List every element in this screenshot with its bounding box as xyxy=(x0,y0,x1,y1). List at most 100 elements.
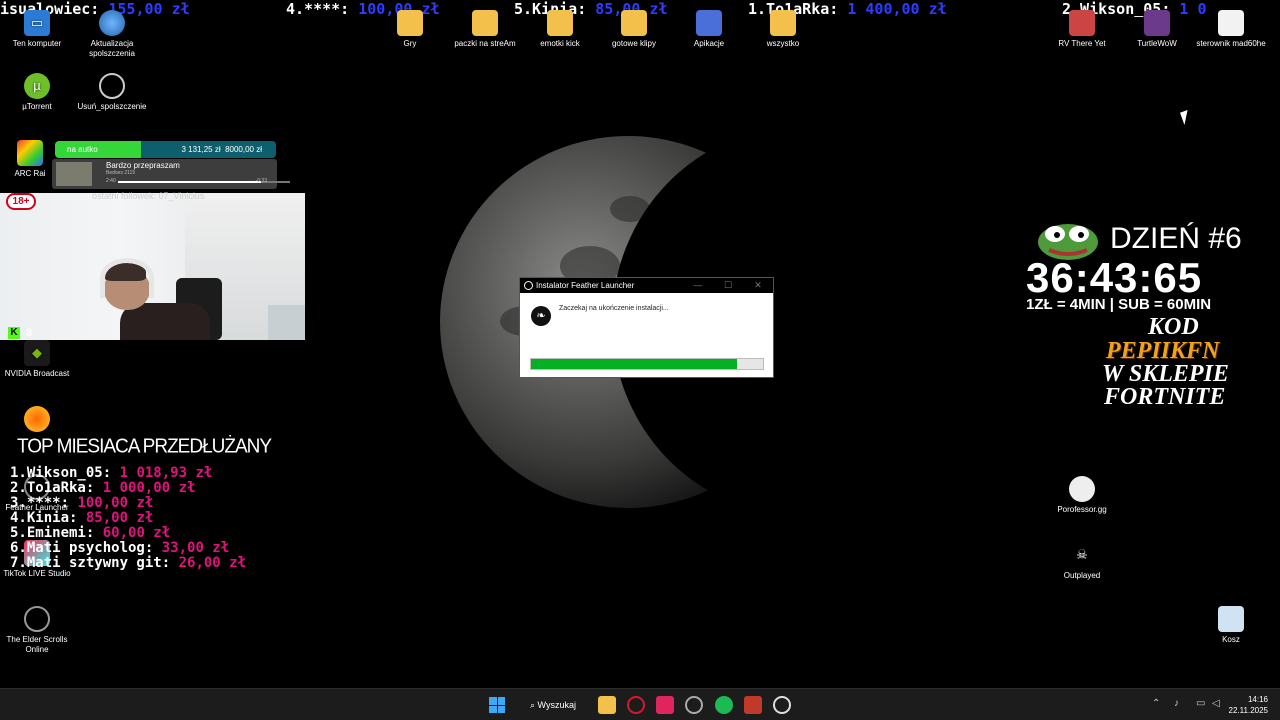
icon-label: µTorrent xyxy=(22,102,52,111)
app-icon[interactable] xyxy=(656,696,674,714)
install-status-message: Zaczekaj na ukończenie instalacji... xyxy=(559,305,669,312)
top-month-title: TOP MIESIACA PRZEDŁUŻANY xyxy=(17,435,272,458)
top-month-row: 1.Wikson_05: 1 018,93 zł xyxy=(10,466,246,481)
dialog-title: Instalator Feather Launcher xyxy=(536,281,635,290)
network-icon[interactable]: ▭ xyxy=(1196,698,1205,709)
obs-icon[interactable] xyxy=(685,696,703,714)
desktop-icon-kosz[interactable]: Kosz xyxy=(1193,606,1269,645)
top-donor-amount: 26,00 zł xyxy=(178,555,247,571)
game-icon xyxy=(1069,10,1095,36)
folder-icon xyxy=(547,10,573,36)
ticker-name: 4.****: xyxy=(286,1,350,17)
desktop-icon-paczki[interactable]: paczki na streAm xyxy=(447,10,523,49)
desktop-icon-usun-spolszczenie[interactable]: Usuń_spolszczenie xyxy=(74,73,150,112)
install-progress-fill xyxy=(531,359,738,369)
installer-dialog[interactable]: Instalator Feather Launcher — ☐ ✕ ❧ Zacz… xyxy=(519,277,774,378)
icon-label: Gry xyxy=(403,39,417,48)
icon-label: Porofessor.gg xyxy=(1057,505,1107,514)
clock-time: 14:16 xyxy=(1247,695,1268,704)
top-donor-amount: 33,00 zł xyxy=(161,540,230,556)
track-title: Bardzo przepraszam xyxy=(106,161,180,170)
icon-label: sterownik mad60he xyxy=(1196,39,1266,48)
top-donor-name: 5.Eminemi: xyxy=(10,525,95,541)
age-restriction-badge: 18+ xyxy=(6,193,36,210)
search-button[interactable]: ⌕ Wyszukaj xyxy=(522,695,584,715)
chevron-up-icon[interactable]: ⌃ xyxy=(1152,698,1160,709)
top-donor-name: 6.Mati psycholog: xyxy=(10,540,154,556)
search-label: Wyszukaj xyxy=(537,700,576,710)
desktop-icon-utorrent[interactable]: µ µTorrent xyxy=(0,73,75,112)
folder-icon xyxy=(770,10,796,36)
close-button[interactable]: ✕ xyxy=(743,280,773,291)
now-playing-widget: Bardzo przepraszam Bedoes 2115 2:40 -0:3… xyxy=(52,159,290,189)
icon-label: Ten komputer xyxy=(12,39,62,48)
utorrent-icon: µ xyxy=(24,73,50,99)
recycle-bin-icon xyxy=(1218,606,1244,632)
volume-icon[interactable]: ◁ xyxy=(1212,698,1220,709)
desktop-icon-nvidia-broadcast[interactable]: ◆ NVIDIA Broadcast xyxy=(0,340,75,379)
app-icon[interactable] xyxy=(744,696,762,714)
icon-label: paczki na streAm xyxy=(454,39,516,48)
start-button[interactable] xyxy=(489,697,505,713)
track-progress-fill xyxy=(118,181,261,183)
desktop: isualowiec: 155,00 zł 4.****: 100,00 zł … xyxy=(0,0,1280,688)
webcam-cabinet xyxy=(268,305,305,340)
clock-date: 22.11.2025 xyxy=(1228,706,1268,715)
viewer-count: 8 xyxy=(26,327,33,339)
last-follower-label: ostatni followek: 07_Vinicius xyxy=(92,191,205,201)
arc-raiders-icon xyxy=(17,140,43,166)
minimize-button[interactable]: — xyxy=(683,280,713,290)
feather-logo-icon: ❧ xyxy=(531,306,551,326)
top-month-row: 5.Eminemi: 60,00 zł xyxy=(10,526,246,541)
desktop-icon-ten-komputer[interactable]: ▭ Ten komputer xyxy=(0,10,75,49)
top-month-row: 3.****: 100,00 zł xyxy=(10,496,246,511)
top-month-row: 7.Mati sztywny git: 26,00 zł xyxy=(10,556,246,571)
desktop-icon-wszystko[interactable]: wszystko xyxy=(745,10,821,49)
album-art xyxy=(56,162,92,186)
top-donor-name: 3.****: xyxy=(10,495,70,511)
feather-icon[interactable] xyxy=(773,696,791,714)
desktop-icon-turtlewow[interactable]: TurtleWoW xyxy=(1119,10,1195,49)
install-progress-bar xyxy=(530,358,764,370)
icon-label: Aktualizacja spolszczenia xyxy=(89,39,135,58)
desktop-icon-rv-there-yet[interactable]: RV There Yet xyxy=(1044,10,1120,49)
microphone-icon[interactable]: ♪ xyxy=(1174,698,1179,709)
desktop-icon-outplayed[interactable]: ☠ Outplayed xyxy=(1044,542,1120,581)
desktop-icon-porofessor[interactable]: Porofessor.gg xyxy=(1044,476,1120,515)
goal-target: 8000,00 zł xyxy=(225,145,262,154)
headset-icon xyxy=(100,258,154,298)
track-elapsed: 2:40 xyxy=(106,178,116,184)
dialog-title-bar[interactable]: Instalator Feather Launcher — ☐ ✕ xyxy=(520,278,773,293)
donation-goal-widget: na autko 3 131,25 zł 8000,00 zł xyxy=(55,141,276,158)
desktop-icon-gotowe-klipy[interactable]: gotowe klipy xyxy=(596,10,672,49)
top-month-list: 1.Wikson_05: 1 018,93 zł 2.To1aRka: 1 000… xyxy=(10,466,246,571)
desktop-icon-audio[interactable] xyxy=(0,406,75,435)
desktop-icon-aktualizacja[interactable]: Aktualizacja spolszczenia xyxy=(74,10,150,59)
kick-icon: K xyxy=(8,327,20,339)
desktop-icon-sterownik[interactable]: sterownik mad60he xyxy=(1193,10,1269,49)
desktop-icon-apikacje[interactable]: Apikacje xyxy=(671,10,747,49)
webcam-feed xyxy=(0,193,305,340)
desktop-icon-gry[interactable]: Gry xyxy=(372,10,448,49)
top-donor-name: 1.Wikson_05: xyxy=(10,465,112,481)
porofessor-icon xyxy=(1069,476,1095,502)
desktop-icon-elder-scrolls[interactable]: The Elder Scrolls Online xyxy=(0,606,75,655)
icon-label: wszystko xyxy=(766,39,800,48)
file-explorer-icon[interactable] xyxy=(598,696,616,714)
goal-current: 3 131,25 zł xyxy=(181,145,221,154)
maximize-button[interactable]: ☐ xyxy=(713,280,743,291)
top-donor-name: 2.To1aRka: xyxy=(10,480,95,496)
spotify-icon[interactable] xyxy=(715,696,733,714)
opera-icon[interactable] xyxy=(627,696,645,714)
clock[interactable]: 14:16 22.11.2025 xyxy=(1229,694,1268,716)
folder-icon xyxy=(696,10,722,36)
desktop-icon-emotki-kick[interactable]: emotki kick xyxy=(522,10,598,49)
top-donor-amount: 60,00 zł xyxy=(102,525,171,541)
nvidia-icon: ◆ xyxy=(24,340,50,366)
folder-icon xyxy=(397,10,423,36)
folder-icon xyxy=(621,10,647,36)
track-artist: Bedoes 2115 xyxy=(106,170,136,176)
top-donor-name: 7.Mati sztywny git: xyxy=(10,555,171,571)
top-donor-amount: 1 000,00 zł xyxy=(102,480,196,496)
icon-label: Outplayed xyxy=(1063,571,1101,580)
